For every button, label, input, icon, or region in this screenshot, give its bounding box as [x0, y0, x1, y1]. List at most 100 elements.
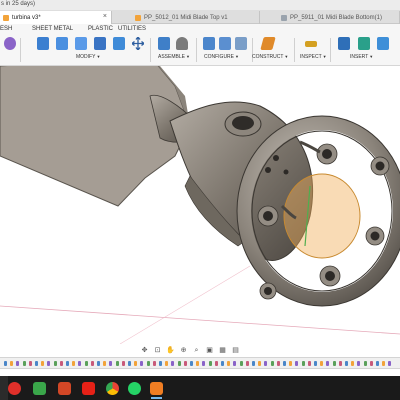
- timeline-step[interactable]: [338, 361, 342, 366]
- timeline-step[interactable]: [382, 361, 386, 366]
- timeline-step[interactable]: [258, 361, 262, 366]
- timeline-step[interactable]: [159, 361, 162, 366]
- construct-menu[interactable]: CONSTRUCT▼: [252, 54, 288, 60]
- timeline-step[interactable]: [10, 361, 14, 366]
- timeline-step[interactable]: [214, 361, 218, 366]
- timeline-step[interactable]: [84, 361, 88, 366]
- timeline-step[interactable]: [369, 361, 373, 366]
- timeline-step[interactable]: [363, 361, 367, 366]
- tab-sheet-metal[interactable]: SHEET METAL: [32, 26, 73, 32]
- timeline-step[interactable]: [103, 361, 107, 366]
- move-copy-icon[interactable]: [131, 36, 145, 51]
- start-area[interactable]: [0, 376, 8, 400]
- timeline-step[interactable]: [388, 361, 392, 366]
- timeline-step[interactable]: [47, 361, 51, 366]
- tab-mesh[interactable]: ESH: [0, 26, 12, 32]
- shell-icon[interactable]: [94, 37, 106, 50]
- new-component-icon[interactable]: [158, 37, 170, 50]
- timeline-step[interactable]: [177, 361, 181, 366]
- timeline-step[interactable]: [345, 361, 348, 366]
- timeline-step[interactable]: [134, 361, 138, 366]
- timeline-step[interactable]: [221, 361, 224, 366]
- configure-table-icon[interactable]: [219, 37, 231, 50]
- zoom-icon[interactable]: ⊕: [179, 346, 188, 355]
- timeline-step[interactable]: [202, 361, 206, 366]
- timeline-step[interactable]: [28, 361, 32, 366]
- close-icon[interactable]: ×: [103, 13, 107, 20]
- look-at-icon[interactable]: ✋: [166, 346, 175, 355]
- chamfer-icon[interactable]: [75, 37, 87, 50]
- timeline-step[interactable]: [307, 361, 311, 366]
- grid-icon[interactable]: ▦: [218, 346, 227, 355]
- opera-icon[interactable]: [8, 382, 21, 395]
- timeline-step[interactable]: [227, 361, 231, 366]
- modify-menu[interactable]: MODIFY▼: [76, 54, 100, 60]
- timeline-step[interactable]: [289, 361, 293, 366]
- timeline-step[interactable]: [264, 361, 268, 366]
- timeline-step[interactable]: [326, 361, 330, 366]
- joint-icon[interactable]: [176, 37, 188, 50]
- display-settings-icon[interactable]: ▣: [205, 346, 214, 355]
- fit-icon[interactable]: ⌕: [192, 346, 201, 355]
- timeline-step[interactable]: [128, 361, 131, 366]
- timeline-step[interactable]: [121, 361, 125, 366]
- timeline-step[interactable]: [115, 361, 119, 366]
- timeline-step[interactable]: [295, 361, 299, 366]
- timeline-step[interactable]: [41, 361, 45, 366]
- doc-tab-blade-top[interactable]: PP_5012_01 Midi Blade Top v1: [132, 11, 260, 24]
- insert-menu[interactable]: INSERT▼: [350, 54, 373, 60]
- configure-menu[interactable]: CONFIGURE▼: [204, 54, 239, 60]
- timeline-step[interactable]: [376, 361, 379, 366]
- viewports-icon[interactable]: ▤: [231, 346, 240, 355]
- chrome-icon[interactable]: [106, 382, 119, 395]
- timeline-step[interactable]: [245, 361, 249, 366]
- timeline-step[interactable]: [283, 361, 286, 366]
- timeline-step[interactable]: [97, 361, 100, 366]
- timeline-step[interactable]: [239, 361, 243, 366]
- timeline-step[interactable]: [301, 361, 305, 366]
- timeline-step[interactable]: [270, 361, 274, 366]
- timeline-step[interactable]: [90, 361, 94, 366]
- insert-canvas-icon[interactable]: [377, 37, 389, 50]
- youtube-icon[interactable]: [82, 382, 95, 395]
- tab-plastic[interactable]: PLASTIC: [88, 26, 113, 32]
- tab-utilities[interactable]: UTILITIES: [118, 26, 146, 32]
- inspect-menu[interactable]: INSPECT▼: [300, 54, 327, 60]
- 3d-viewport[interactable]: [0, 66, 400, 344]
- doc-tab-turbina[interactable]: turbina v3* ×: [0, 11, 112, 24]
- whatsapp-icon[interactable]: [128, 382, 141, 395]
- timeline-step[interactable]: [66, 361, 69, 366]
- doc-tab-blade-bottom[interactable]: PP_5911_01 Midi Blade Bottom(1): [278, 11, 400, 24]
- insert-mesh-icon[interactable]: [358, 37, 370, 50]
- orbit-icon[interactable]: ✥: [140, 346, 149, 355]
- antivirus-icon[interactable]: [33, 382, 46, 395]
- timeline-step[interactable]: [59, 361, 63, 366]
- timeline-step[interactable]: [351, 361, 355, 366]
- timeline-step[interactable]: [72, 361, 76, 366]
- timeline-step[interactable]: [152, 361, 156, 366]
- offset-plane-icon[interactable]: [260, 37, 276, 50]
- timeline-step[interactable]: [22, 361, 26, 366]
- powerpoint-icon[interactable]: [58, 382, 71, 395]
- press-pull-icon[interactable]: [37, 37, 49, 50]
- design-timeline[interactable]: [0, 357, 400, 369]
- surface-icon[interactable]: [4, 37, 16, 50]
- timeline-step[interactable]: [35, 361, 38, 366]
- timeline-step[interactable]: [16, 361, 20, 366]
- timeline-step[interactable]: [53, 361, 57, 366]
- timeline-step[interactable]: [140, 361, 144, 366]
- timeline-step[interactable]: [171, 361, 175, 366]
- timeline-step[interactable]: [78, 361, 82, 366]
- timeline-step[interactable]: [332, 361, 336, 366]
- timeline-step[interactable]: [276, 361, 280, 366]
- timeline-step[interactable]: [109, 361, 113, 366]
- timeline-step[interactable]: [196, 361, 200, 366]
- timeline-step[interactable]: [208, 361, 212, 366]
- fillet-icon[interactable]: [56, 37, 68, 50]
- timeline-step[interactable]: [252, 361, 255, 366]
- fusion-icon[interactable]: [150, 382, 163, 399]
- assemble-menu[interactable]: ASSEMBLE▼: [158, 54, 190, 60]
- pan-icon[interactable]: ⊡: [153, 346, 162, 355]
- parameters-icon[interactable]: [203, 37, 215, 50]
- combine-icon[interactable]: [113, 37, 125, 50]
